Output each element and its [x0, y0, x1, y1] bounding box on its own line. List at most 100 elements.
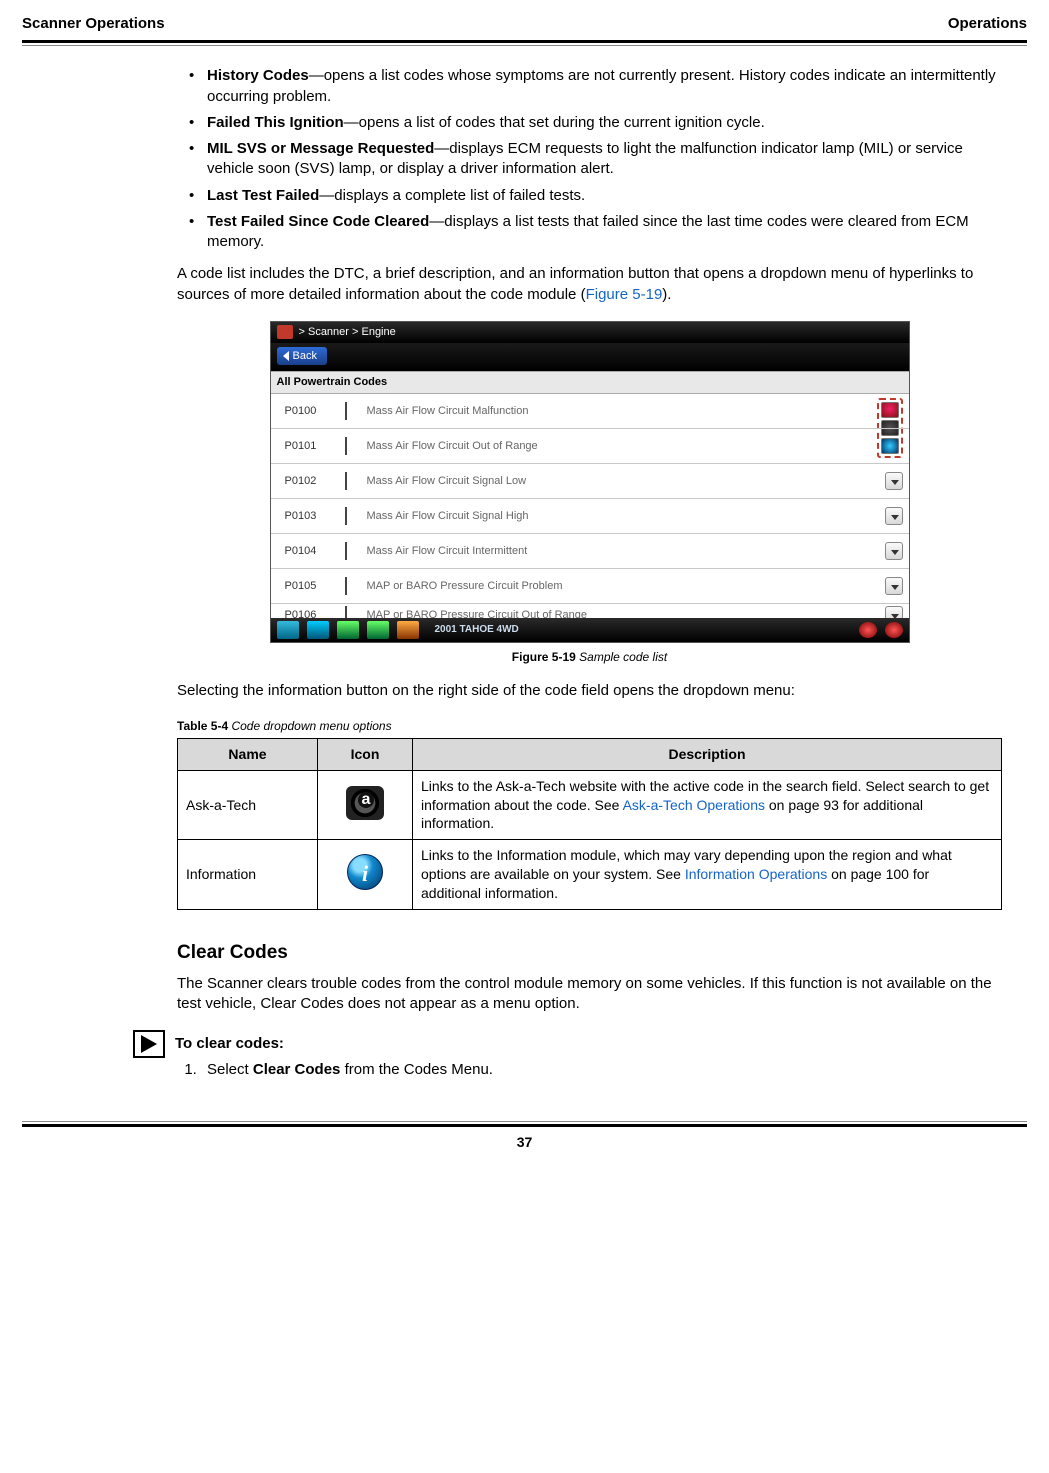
- cell-icon: [318, 770, 413, 840]
- dropdown-button[interactable]: [885, 606, 903, 618]
- breadcrumb-bar: > Scanner > Engine: [271, 322, 909, 343]
- dtc-desc: Mass Air Flow Circuit Malfunction: [367, 404, 903, 419]
- vehicle-label: 2001 TAHOE 4WD: [427, 623, 851, 637]
- bullet-item: MIL SVS or Message Requested—displays EC…: [195, 139, 1002, 180]
- table-row: Ask-a-Tech Links to the Ask-a-Tech websi…: [178, 770, 1002, 840]
- dropdown-button[interactable]: [885, 577, 903, 595]
- paragraph: The Scanner clears trouble codes from th…: [177, 974, 1002, 1015]
- bullet-term: MIL SVS or Message Requested: [207, 140, 434, 157]
- information-icon: [347, 854, 383, 890]
- app-icon: [277, 325, 293, 339]
- cell-name: Ask-a-Tech: [178, 770, 318, 840]
- divider: [345, 606, 347, 618]
- bullet-term: Last Test Failed: [207, 187, 319, 204]
- section-heading: Clear Codes: [177, 940, 1002, 966]
- dtc-desc: MAP or BARO Pressure Circuit Problem: [367, 579, 885, 594]
- taskbar-icon[interactable]: [367, 621, 389, 639]
- cross-ref-link[interactable]: Information Operations: [685, 866, 827, 882]
- bullet-list: History Codes—opens a list codes whose s…: [177, 66, 1002, 252]
- dtc-code: P0103: [285, 509, 345, 524]
- th-desc: Description: [413, 738, 1002, 770]
- th-name: Name: [178, 738, 318, 770]
- figure-caption: Figure 5-19 Sample code list: [177, 649, 1002, 665]
- footer-rule-thin: [22, 1121, 1027, 1122]
- code-row[interactable]: P0106 MAP or BARO Pressure Circuit Out of…: [271, 604, 909, 618]
- bullet-item: Test Failed Since Code Cleared—displays …: [195, 212, 1002, 253]
- dtc-desc: Mass Air Flow Circuit Signal Low: [367, 474, 885, 489]
- table-label: Table 5-4: [177, 719, 231, 733]
- dropdown-button[interactable]: [885, 542, 903, 560]
- header-rule-thin: [22, 45, 1027, 46]
- cell-name: Information: [178, 840, 318, 910]
- footer-rule-thick: [22, 1124, 1027, 1127]
- cross-ref-link[interactable]: Ask-a-Tech Operations: [623, 797, 765, 813]
- dropdown-button[interactable]: [885, 472, 903, 490]
- procedure-steps: Select Clear Codes from the Codes Menu.: [201, 1060, 1002, 1080]
- table-title: Code dropdown menu options: [231, 719, 391, 733]
- taskbar-icon[interactable]: [307, 621, 329, 639]
- procedure-icon: [133, 1030, 165, 1058]
- status-icon: [859, 622, 877, 638]
- dtc-code: P0105: [285, 579, 345, 594]
- bullet-term: Test Failed Since Code Cleared: [207, 213, 429, 230]
- paragraph: Selecting the information button on the …: [177, 681, 1002, 701]
- cell-icon: [318, 840, 413, 910]
- bullet-item: Failed This Ignition—opens a list of cod…: [195, 113, 1002, 133]
- header-right: Operations: [948, 14, 1027, 34]
- bullet-item: Last Test Failed—displays a complete lis…: [195, 186, 1002, 206]
- cell-desc: Links to the Information module, which m…: [413, 840, 1002, 910]
- taskbar-icon[interactable]: [337, 621, 359, 639]
- bullet-text: —displays a complete list of failed test…: [319, 187, 585, 204]
- divider: [345, 472, 347, 490]
- ask-a-tech-icon: [346, 786, 384, 820]
- list-title: All Powertrain Codes: [271, 371, 909, 394]
- home-icon[interactable]: [277, 621, 299, 639]
- code-row[interactable]: P0101 Mass Air Flow Circuit Out of Range: [271, 429, 909, 464]
- dropdown-button[interactable]: [885, 507, 903, 525]
- divider: [345, 507, 347, 525]
- status-icon: [885, 622, 903, 638]
- table-caption: Table 5-4 Code dropdown menu options: [177, 718, 1002, 734]
- code-row[interactable]: P0104 Mass Air Flow Circuit Intermittent: [271, 534, 909, 569]
- bullet-text: —opens a list of codes that set during t…: [344, 114, 765, 131]
- bullet-text: —opens a list codes whose symptoms are n…: [207, 67, 996, 104]
- table-row: Information Links to the Information mod…: [178, 840, 1002, 910]
- dtc-desc: MAP or BARO Pressure Circuit Out of Rang…: [367, 608, 885, 618]
- code-row[interactable]: P0105 MAP or BARO Pressure Circuit Proble…: [271, 569, 909, 604]
- dtc-code: P0104: [285, 544, 345, 559]
- back-button[interactable]: Back: [277, 347, 327, 366]
- code-row[interactable]: P0100 Mass Air Flow Circuit Malfunction: [271, 394, 909, 429]
- step-text: from the Codes Menu.: [340, 1061, 493, 1078]
- divider: [345, 402, 347, 420]
- th-icon: Icon: [318, 738, 413, 770]
- dtc-code: P0100: [285, 404, 345, 419]
- step-text: Select: [207, 1061, 253, 1078]
- divider: [345, 577, 347, 595]
- page-number: 37: [22, 1133, 1027, 1152]
- screenshot-figure: > Scanner > Engine Back All Powertrain C…: [270, 321, 910, 643]
- dtc-desc: Mass Air Flow Circuit Intermittent: [367, 544, 885, 559]
- figure-label: Figure 5-19: [512, 650, 579, 664]
- code-row[interactable]: P0102 Mass Air Flow Circuit Signal Low: [271, 464, 909, 499]
- dtc-code: P0102: [285, 474, 345, 489]
- taskbar-icon[interactable]: [397, 621, 419, 639]
- divider: [345, 437, 347, 455]
- dtc-desc: Mass Air Flow Circuit Signal High: [367, 509, 885, 524]
- cell-desc: Links to the Ask-a-Tech website with the…: [413, 770, 1002, 840]
- step-term: Clear Codes: [253, 1061, 341, 1078]
- dtc-desc: Mass Air Flow Circuit Out of Range: [367, 439, 903, 454]
- code-row[interactable]: P0103 Mass Air Flow Circuit Signal High: [271, 499, 909, 534]
- toolbar: Back: [271, 343, 909, 372]
- header-left: Scanner Operations: [22, 14, 165, 34]
- bullet-item: History Codes—opens a list codes whose s…: [195, 66, 1002, 107]
- taskbar: 2001 TAHOE 4WD: [271, 618, 909, 642]
- bullet-term: Failed This Ignition: [207, 114, 344, 131]
- dtc-code: P0106: [285, 608, 345, 618]
- step: Select Clear Codes from the Codes Menu.: [201, 1060, 1002, 1080]
- dtc-code: P0101: [285, 439, 345, 454]
- figure-title: Sample code list: [579, 650, 667, 664]
- figure-ref-link[interactable]: Figure 5-19: [586, 286, 663, 303]
- para-text: A code list includes the DTC, a brief de…: [177, 265, 973, 302]
- bullet-term: History Codes: [207, 67, 309, 84]
- procedure-heading: To clear codes:: [175, 1034, 1002, 1054]
